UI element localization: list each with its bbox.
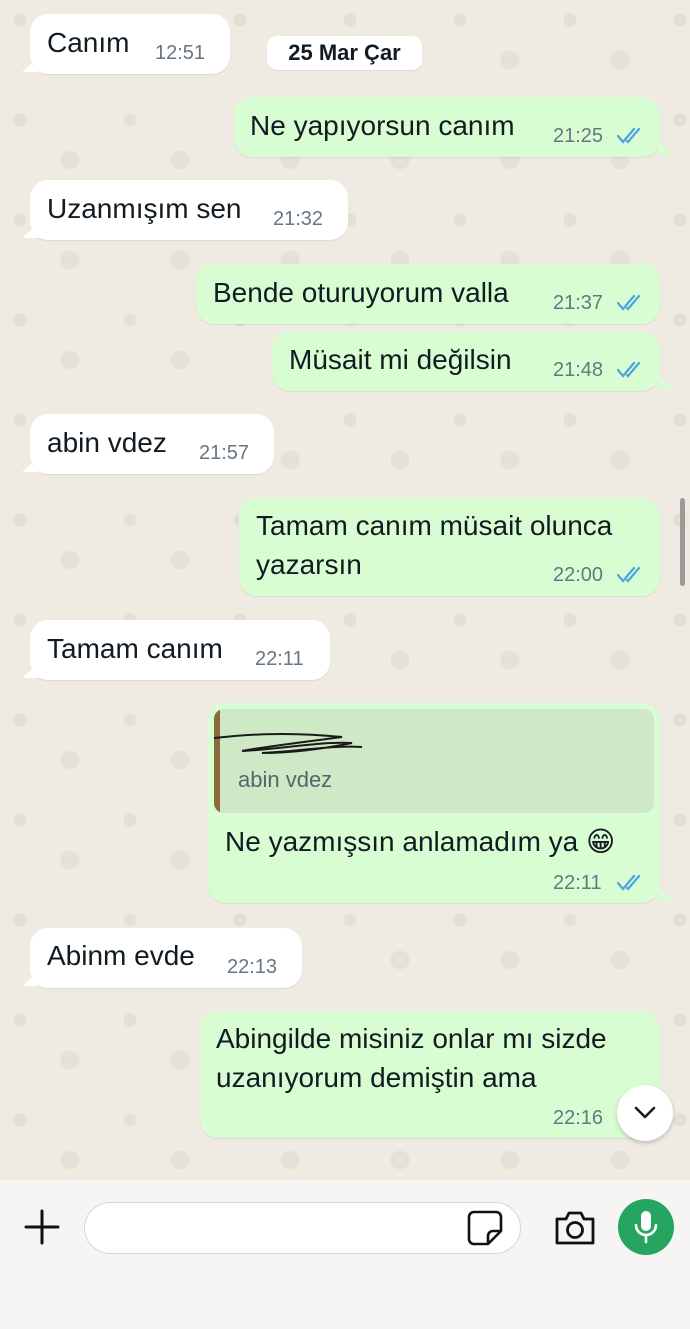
bubble-tail bbox=[658, 887, 674, 901]
message-input-box[interactable] bbox=[84, 1202, 521, 1254]
double-check-icon bbox=[617, 294, 641, 311]
camera-icon[interactable] bbox=[553, 1208, 597, 1248]
outgoing-message[interactable]: Bende oturuyorum valla 21:37 bbox=[196, 264, 660, 324]
message-time: 21:48 bbox=[553, 359, 604, 381]
message-text: Tamam canım bbox=[47, 633, 223, 664]
bubble-tail bbox=[22, 458, 38, 472]
bubble-tail bbox=[658, 375, 674, 389]
outgoing-message[interactable]: Abingilde misiniz onlar mı sizde uzanıyo… bbox=[200, 1011, 660, 1138]
double-check-icon bbox=[617, 127, 641, 144]
date-separator: 25 Mar Çar bbox=[267, 36, 422, 70]
message-text: abin vdez bbox=[47, 427, 167, 458]
message-text: Ne yapıyorsun canım bbox=[250, 110, 515, 141]
message-text-line-1: Tamam canım müsait olunca bbox=[256, 510, 613, 541]
outgoing-message[interactable]: Ne yapıyorsun canım 21:25 bbox=[234, 97, 660, 157]
message-time: 21:57 bbox=[199, 442, 250, 464]
bubble-tail bbox=[22, 972, 38, 986]
message-time: 21:32 bbox=[273, 208, 324, 230]
message-input[interactable] bbox=[103, 1211, 467, 1247]
incoming-message[interactable]: Canım 12:51 bbox=[30, 14, 230, 74]
incoming-message[interactable]: Tamam canım 22:11 bbox=[30, 620, 330, 680]
message-text-line-1: Abingilde misiniz onlar mı sizde bbox=[216, 1023, 607, 1054]
message-text: Uzanmışım sen bbox=[47, 193, 242, 224]
voice-message-button[interactable] bbox=[618, 1199, 674, 1255]
bubble-tail bbox=[22, 58, 38, 72]
message-time: 22:16 bbox=[553, 1107, 604, 1129]
message-time: 21:37 bbox=[553, 292, 604, 314]
incoming-message[interactable]: Abinm evde 22:13 bbox=[30, 928, 302, 988]
message-time: 22:11 bbox=[255, 648, 304, 670]
double-check-icon bbox=[617, 566, 641, 583]
message-text-line-2: yazarsın bbox=[256, 549, 362, 580]
chat-area[interactable]: Canım 12:51 25 Mar Çar Ne yapıyorsun can… bbox=[0, 0, 690, 1180]
message-time: 22:13 bbox=[227, 956, 278, 978]
bubble-tail bbox=[22, 224, 38, 238]
message-time: 22:00 bbox=[553, 564, 604, 586]
scroll-down-button[interactable] bbox=[617, 1085, 673, 1141]
outgoing-message[interactable]: Tamam canım müsait olunca yazarsın 22:00 bbox=[239, 498, 660, 596]
scroll-indicator[interactable] bbox=[680, 498, 685, 586]
message-time: 22:11 bbox=[553, 872, 602, 894]
message-text: Bende oturuyorum valla bbox=[213, 277, 509, 308]
bubble-tail bbox=[22, 664, 38, 678]
message-time: 21:25 bbox=[553, 125, 604, 147]
message-text: Abinm evde bbox=[47, 940, 195, 971]
double-check-icon bbox=[617, 874, 641, 891]
sticker-icon[interactable] bbox=[466, 1209, 504, 1247]
bubble-tail bbox=[658, 141, 674, 155]
message-text: Canım bbox=[47, 27, 130, 58]
quoted-message[interactable]: abin vdez bbox=[214, 709, 654, 813]
chevron-down-icon bbox=[634, 1106, 656, 1119]
outgoing-message[interactable]: Müsait mi değilsin 21:48 bbox=[272, 331, 660, 391]
microphone-icon bbox=[634, 1211, 658, 1244]
redacted-sender-scribble bbox=[214, 732, 363, 754]
message-text: Ne yazmışsın anlamadım ya 😁 bbox=[225, 826, 616, 857]
message-text: Müsait mi değilsin bbox=[289, 344, 512, 375]
attach-button[interactable] bbox=[20, 1205, 64, 1249]
double-check-icon bbox=[617, 361, 641, 378]
plus-icon bbox=[24, 1209, 60, 1245]
incoming-message[interactable]: Uzanmışım sen 21:32 bbox=[30, 180, 348, 240]
message-text-line-2: uzanıyorum demiştin ama bbox=[216, 1062, 537, 1093]
incoming-message[interactable]: abin vdez 21:57 bbox=[30, 414, 274, 474]
message-time: 12:51 bbox=[155, 42, 206, 64]
quoted-text: abin vdez bbox=[238, 767, 333, 792]
